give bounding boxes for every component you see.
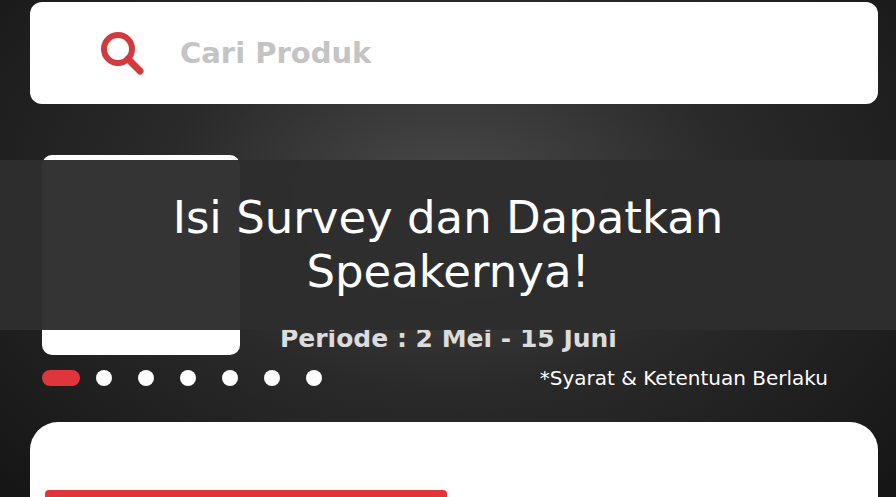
card-bar-track: [45, 490, 848, 497]
bottom-card: [30, 422, 878, 497]
terms-note: *Syarat & Ketentuan Berlaku: [540, 366, 828, 390]
carousel-dot[interactable]: [180, 370, 196, 386]
carousel-dot[interactable]: [306, 370, 322, 386]
carousel-dot[interactable]: [222, 370, 238, 386]
carousel-dot[interactable]: [96, 370, 112, 386]
caption-overlay: Isi Survey dan Dapatkan Speakernya!: [0, 160, 896, 330]
search-icon[interactable]: [96, 27, 148, 79]
carousel-dots: [42, 370, 322, 386]
caption-title: Isi Survey dan Dapatkan Speakernya!: [98, 191, 798, 299]
search-bar[interactable]: Cari Produk: [30, 2, 878, 104]
carousel-dot[interactable]: [264, 370, 280, 386]
card-bar-fill: [45, 490, 447, 497]
search-placeholder: Cari Produk: [180, 36, 371, 70]
carousel-dot[interactable]: [42, 370, 80, 386]
carousel-dot[interactable]: [138, 370, 154, 386]
app-screen: Cari Produk Periode : 2 Mei - 15 Juni *S…: [0, 0, 896, 497]
carousel-footer: *Syarat & Ketentuan Berlaku: [42, 365, 896, 391]
